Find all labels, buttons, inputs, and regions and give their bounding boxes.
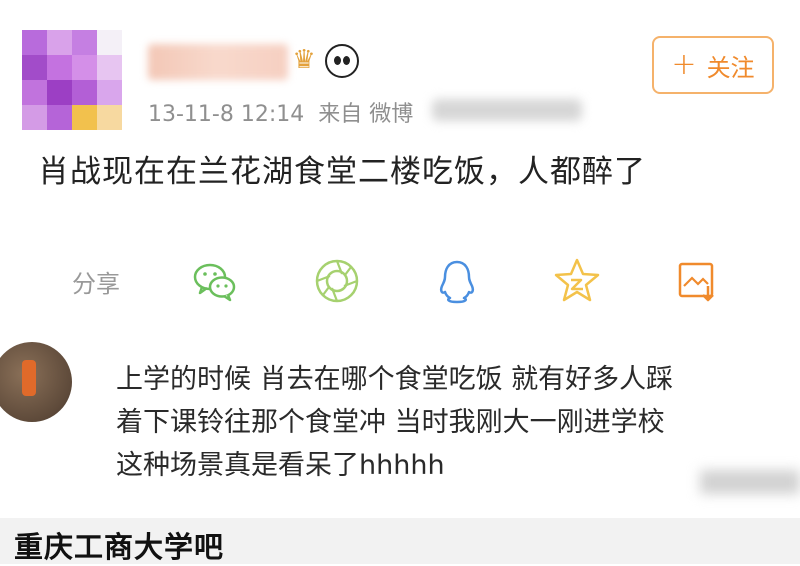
follow-button[interactable]: + 关注 (652, 36, 774, 94)
post-content: 肖战现在在兰花湖食堂二楼吃饭，人都醉了 (38, 154, 646, 190)
post-source-prefix: 来自 微博 (318, 102, 414, 127)
caption-text: 重庆工商大学吧 (14, 530, 225, 564)
qq-icon[interactable] (432, 256, 482, 306)
comment-meta-blurred (700, 470, 800, 494)
crown-badge-icon: ♛ (292, 45, 316, 75)
share-label: 分享 (72, 270, 120, 298)
follow-label: 关注 (706, 53, 755, 82)
panda-badge-icon (325, 44, 359, 78)
plus-icon: + (671, 47, 697, 82)
save-image-icon[interactable] (672, 256, 722, 306)
comment-line: 这种场景真是看呆了hhhhh (116, 450, 445, 481)
share-bar: 分享 (0, 250, 800, 316)
comment-line: 上学的时候 肖去在哪个食堂吃饭 就有好多人踩 (116, 364, 674, 395)
qzone-icon[interactable] (552, 256, 602, 306)
post-meta: 13-11-8 12:14 来自 微博 (148, 96, 413, 128)
commenter-avatar[interactable] (0, 342, 72, 422)
avatar-figure (22, 360, 36, 396)
weibo-post-card: ♛ 13-11-8 12:14 来自 微博 + 关注 肖战现在在兰花湖食堂二楼吃… (0, 0, 800, 318)
post-source-blurred (432, 99, 582, 121)
wechat-icon[interactable] (190, 256, 240, 306)
comment-item: 上学的时候 肖去在哪个食堂吃饭 就有好多人踩 着下课铃往那个食堂冲 当时我刚大一… (0, 318, 800, 508)
user-avatar-blurred[interactable] (22, 30, 122, 130)
comment-text: 上学的时候 肖去在哪个食堂吃饭 就有好多人踩 着下课铃往那个食堂冲 当时我刚大一… (116, 358, 796, 487)
post-timestamp: 13-11-8 12:14 (148, 102, 305, 127)
caption-bar: 重庆工商大学吧 (0, 518, 800, 564)
username-blurred[interactable] (148, 44, 288, 80)
moments-icon[interactable] (312, 256, 362, 306)
comment-line: 着下课铃往那个食堂冲 当时我刚大一刚进学校 (116, 407, 665, 438)
